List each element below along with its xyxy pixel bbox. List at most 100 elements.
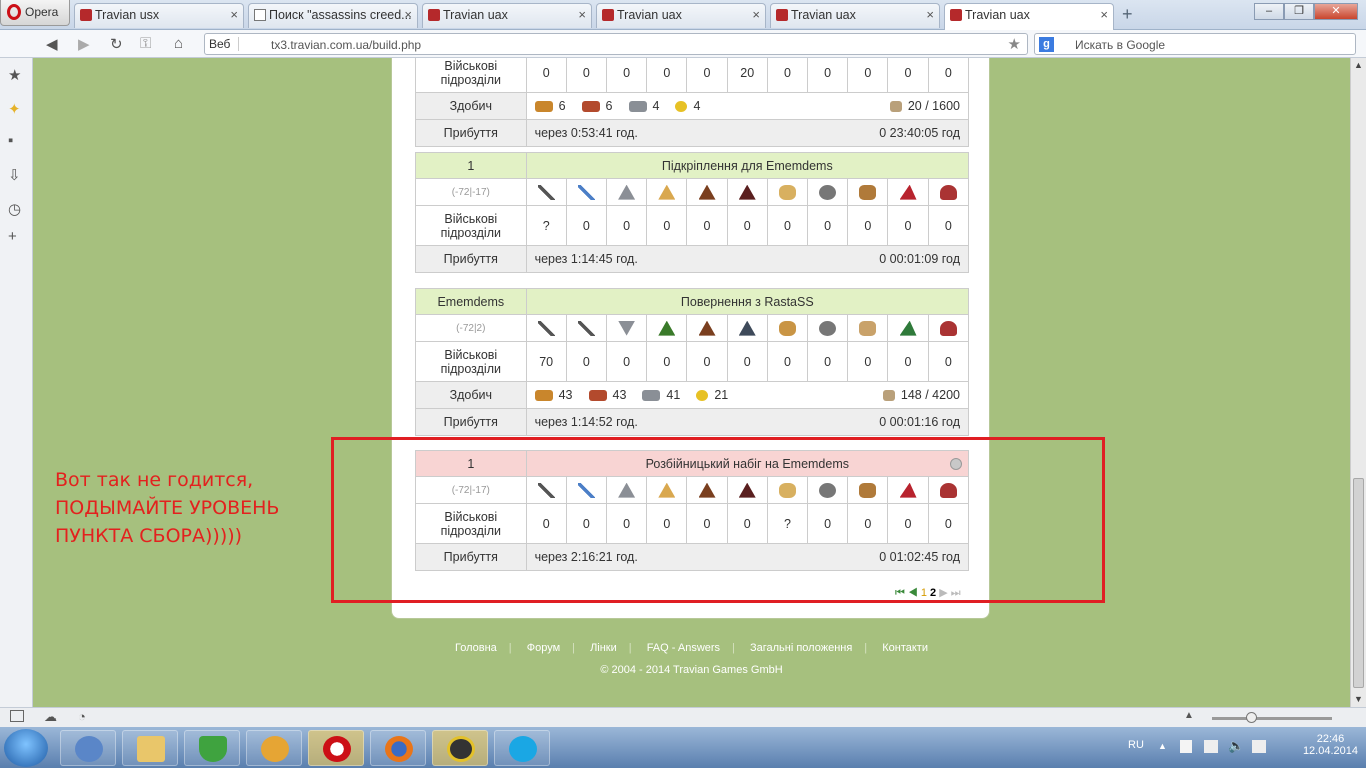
unit-count: 0	[927, 205, 970, 246]
back-icon[interactable]: ◀	[46, 35, 58, 53]
web-badge[interactable]: Веб	[209, 37, 240, 51]
footer-link-home[interactable]: Головна	[449, 642, 503, 654]
clay-icon: 43	[588, 388, 626, 402]
language-indicator[interactable]: RU	[1128, 739, 1144, 751]
tab-3[interactable]: Travian uax ×	[422, 3, 592, 28]
close-tab-icon[interactable]: ×	[404, 4, 412, 26]
key-icon[interactable]: ⚿	[140, 35, 151, 52]
close-window-icon[interactable]: ✕	[1314, 3, 1358, 20]
clock[interactable]: 22:46 12.04.2014	[1303, 733, 1358, 757]
volume-icon[interactable]: 🔈	[1228, 738, 1244, 754]
scroll-thumb[interactable]	[1353, 478, 1364, 688]
minimize-icon[interactable]: –	[1254, 3, 1284, 20]
travian-favicon-icon	[776, 9, 788, 21]
header-row: 1 Підкріплення для Ememdems	[415, 152, 970, 179]
troop-table-return: Ememdems Повернення з RastaSS (-72|2) Ві…	[415, 288, 970, 436]
movement-title-link[interactable]: Повернення з RastaSS	[525, 288, 970, 315]
vertical-scrollbar[interactable]: ▲ ▼	[1350, 58, 1366, 707]
tab-title: Поиск "assassins creed...	[269, 8, 412, 22]
opera-menu-button[interactable]: Opera	[0, 0, 70, 26]
bounty-cell: 6 6 4 4 20 / 1600	[525, 92, 970, 120]
bookmark-star-icon[interactable]: ★	[1008, 35, 1021, 53]
taskbar-app-security[interactable]	[184, 730, 240, 766]
close-tab-icon[interactable]: ×	[926, 4, 934, 26]
close-tab-icon[interactable]: ×	[578, 4, 586, 26]
crop-icon: 4	[675, 99, 700, 113]
taskbar-app-opera[interactable]	[308, 730, 364, 766]
tab-2[interactable]: Поиск "assassins creed... ×	[248, 3, 418, 28]
reload-icon[interactable]: ↻	[110, 35, 123, 53]
tab-4[interactable]: Travian uax ×	[596, 3, 766, 28]
skype-icon	[509, 736, 537, 762]
unit-count: 0	[646, 205, 688, 246]
iron-amount: 41	[666, 388, 681, 402]
zoom-out-icon[interactable]: ▲	[1184, 710, 1194, 721]
wood-amount: 43	[558, 388, 573, 402]
taskbar-app-game[interactable]	[432, 730, 488, 766]
village-link[interactable]: 1	[415, 152, 527, 179]
footer-link-links[interactable]: Лінки	[584, 642, 623, 654]
catapult-icon	[807, 178, 849, 206]
downloads-icon[interactable]: ⇩	[8, 166, 21, 184]
tab-6-active[interactable]: Travian uax ×	[944, 3, 1114, 30]
units-label: Військові підрозділи	[415, 58, 527, 93]
coordinates[interactable]: (-72|2)	[415, 314, 527, 342]
taskbar-app-explorer-ie[interactable]	[60, 730, 116, 766]
separator: |	[508, 642, 512, 654]
scroll-down-icon[interactable]: ▼	[1354, 694, 1363, 704]
troop-table-reinforcement: 1 Підкріплення для Ememdems (-72|-17) Ві…	[415, 152, 970, 273]
unit-count: 0	[605, 205, 648, 246]
close-tab-icon[interactable]: ×	[752, 4, 760, 26]
add-panel-icon[interactable]: +	[8, 228, 17, 245]
zoom-slider[interactable]	[1212, 712, 1332, 723]
coordinates[interactable]: (-72|-17)	[415, 178, 527, 206]
notes-icon[interactable]: ▪	[8, 132, 13, 149]
carry-capacity: 148 / 4200	[882, 388, 960, 402]
zoom-handle[interactable]	[1246, 712, 1257, 723]
taskbar-app-folder[interactable]	[122, 730, 178, 766]
footer-link-faq[interactable]: FAQ - Answers	[641, 642, 726, 654]
footer-link-contacts[interactable]: Контакти	[876, 642, 934, 654]
turbo-icon[interactable]: ◔	[78, 709, 86, 724]
search-field[interactable]: g Искать в Google	[1034, 33, 1356, 55]
unit-count: 0	[646, 341, 688, 382]
taskbar-app-firefox[interactable]	[370, 730, 426, 766]
footer-link-forum[interactable]: Форум	[521, 642, 566, 654]
google-icon[interactable]: g	[1039, 37, 1054, 52]
movement-title-link[interactable]: Підкріплення для Ememdems	[525, 152, 970, 179]
unit-count: 0	[887, 341, 929, 382]
close-tab-icon[interactable]: ×	[1100, 4, 1108, 26]
arrival-cell: через 0:53:41 год. 0 23:40:05 год	[525, 119, 970, 147]
new-tab-icon[interactable]: +	[1122, 4, 1133, 25]
show-hidden-icons[interactable]: ▲	[1158, 741, 1167, 751]
tab-1[interactable]: Travian usx ×	[74, 3, 244, 28]
url-field[interactable]: Веб tx3.travian.com.ua/build.php ★	[204, 33, 1028, 55]
window-controls: – ❐ ✕	[1254, 3, 1358, 20]
home-icon[interactable]: ⌂	[174, 35, 183, 52]
start-button[interactable]	[4, 729, 48, 767]
close-tab-icon[interactable]: ×	[230, 4, 238, 26]
taskbar-app-skype[interactable]	[494, 730, 550, 766]
village-link[interactable]: Ememdems	[415, 288, 527, 315]
cloud-icon[interactable]: ☁	[44, 709, 57, 725]
unit-count: 0	[565, 341, 608, 382]
history-icon[interactable]: ◷	[8, 200, 21, 218]
bookmarks-icon[interactable]: ★	[8, 66, 21, 84]
unit-count: 0	[605, 58, 648, 93]
scroll-up-icon[interactable]: ▲	[1354, 60, 1363, 70]
spearman-icon	[565, 314, 608, 342]
footer-link-terms[interactable]: Загальні положення	[744, 642, 858, 654]
flag-icon[interactable]	[1180, 740, 1192, 753]
panel-toggle-icon[interactable]	[10, 710, 24, 722]
arrival-at: 0 00:01:16 год	[879, 415, 960, 429]
network-icon[interactable]	[1204, 740, 1218, 753]
forward-icon[interactable]: ▶	[78, 35, 90, 53]
arrival-label: Прибуття	[415, 408, 527, 436]
power-icon[interactable]	[1252, 740, 1266, 753]
restore-icon[interactable]: ❐	[1284, 3, 1314, 20]
bounty-label: Здобич	[415, 381, 527, 409]
tab-5[interactable]: Travian uax ×	[770, 3, 940, 28]
speed-dial-icon[interactable]: ✦	[8, 100, 21, 118]
unit-icons-row: (-72|2)	[415, 314, 970, 342]
taskbar-app-tools[interactable]	[246, 730, 302, 766]
